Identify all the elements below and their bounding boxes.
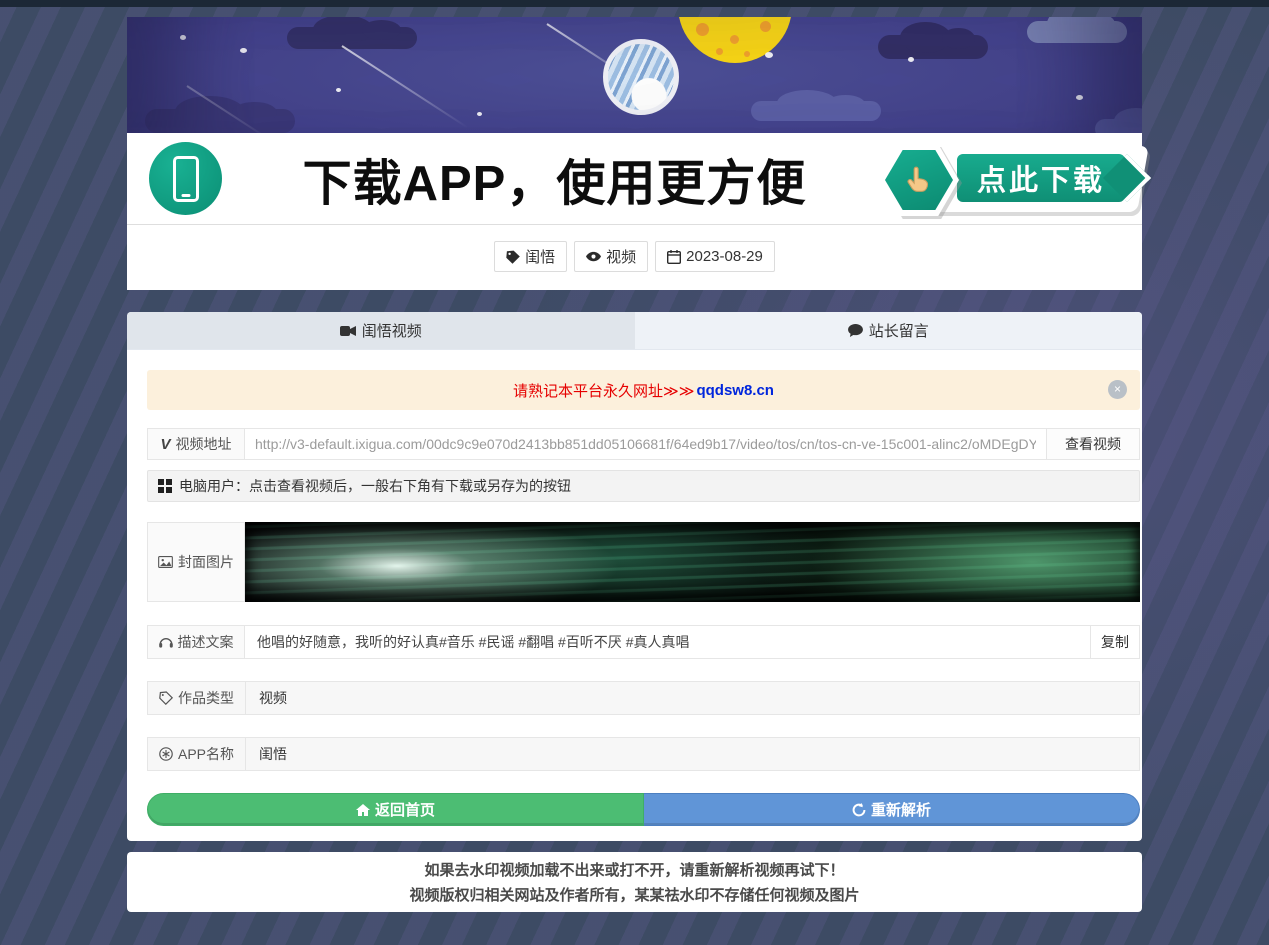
close-icon[interactable]: × <box>1108 380 1127 399</box>
tab-webmaster-message[interactable]: 站长留言 <box>635 312 1143 349</box>
video-url-row: V 视频地址 查看视频 <box>147 428 1140 460</box>
notice-bar: 请熟记本平台永久网址≫≫ qqdsw8.cn × <box>147 370 1140 410</box>
cloud <box>145 109 295 133</box>
cloud <box>751 101 881 121</box>
star <box>180 35 186 40</box>
back-home-button[interactable]: 返回首页 <box>147 793 644 826</box>
video-url-label: 视频地址 <box>176 434 232 454</box>
cover-label: 封面图片 <box>178 552 234 572</box>
star <box>765 52 773 58</box>
cloud <box>878 35 988 59</box>
cover-row: 封面图片 <box>147 522 1140 602</box>
download-banner-title: 下载APP，使用更方便 <box>247 133 862 225</box>
result-card: 闺悟视频 站长留言 请熟记本平台永久网址≫≫ qqdsw8.cn × V 视频地… <box>127 312 1142 841</box>
meta-tag-label: 2023-08-29 <box>686 248 763 265</box>
shooting-star <box>341 45 468 128</box>
tag-icon <box>506 250 520 264</box>
reparse-label: 重新解析 <box>871 799 931 820</box>
eye-icon <box>586 251 601 262</box>
phone-icon <box>173 156 199 202</box>
copy-button[interactable]: 复制 <box>1090 625 1140 659</box>
meta-tag-app: 闺悟 <box>494 241 567 272</box>
moon-crater <box>696 23 709 36</box>
home-icon <box>356 804 370 816</box>
moon-illustration <box>678 17 792 63</box>
description-label-cell: 描述文案 <box>147 625 245 659</box>
work-type-label-cell: 作品类型 <box>148 682 246 714</box>
cover-image[interactable] <box>245 522 1140 602</box>
star <box>1076 95 1083 100</box>
moon-crater <box>730 35 739 44</box>
top-strip <box>0 0 1269 7</box>
windows-icon <box>158 479 172 493</box>
cloud <box>287 27 417 49</box>
reparse-button[interactable]: 重新解析 <box>644 793 1140 826</box>
night-sky-banner <box>127 17 1142 133</box>
video-url-label-cell: V 视频地址 <box>147 428 245 460</box>
pc-note-text: 电脑用户：点击查看视频后，一般右下角有下载或另存为的按钮 <box>179 476 571 496</box>
moon-crater <box>716 48 723 55</box>
cloud <box>1095 119 1142 133</box>
work-type-value: 视频 <box>246 682 1139 714</box>
star <box>908 57 914 62</box>
download-cta-button[interactable]: 点此下载 <box>879 138 1145 222</box>
meta-tag-type: 视频 <box>574 241 648 272</box>
footer-line-1: 如果去水印视频加载不出来或打不开，请重新解析视频再试下！ <box>424 859 844 880</box>
calendar-icon <box>667 250 681 264</box>
footer-line-2: 视频版权归相关网站及作者所有，某某祛水印不存储任何视频及图片 <box>409 884 859 905</box>
action-buttons: 返回首页 重新解析 <box>147 793 1140 826</box>
meta-tag-label: 闺悟 <box>525 246 555 267</box>
tab-label: 站长留言 <box>869 320 929 341</box>
work-type-row: 作品类型 视频 <box>147 681 1140 715</box>
description-row: 描述文案 他唱的好随意，我听的好认真#音乐 #民谣 #翻唱 #百听不厌 #真人真… <box>147 625 1140 659</box>
tag-outline-icon <box>159 691 173 705</box>
chat-icon <box>848 324 863 337</box>
meta-tags: 闺悟 视频 2023-08-29 <box>127 241 1142 272</box>
cta-arrow: 点此下载 <box>953 150 1129 206</box>
star <box>477 112 482 116</box>
star <box>240 48 247 53</box>
app-circle-icon <box>159 747 173 761</box>
refresh-icon <box>852 803 866 817</box>
app-name-value: 闺悟 <box>246 738 1139 770</box>
meta-tag-date: 2023-08-29 <box>655 241 775 272</box>
video-url-input-wrap <box>245 428 1047 460</box>
video-camera-icon <box>340 325 356 337</box>
description-label: 描述文案 <box>178 632 234 652</box>
cta-hexagon <box>879 144 959 216</box>
cloud <box>1027 21 1127 43</box>
video-url-input[interactable] <box>245 429 1046 459</box>
app-name-row: APP名称 闺悟 <box>147 737 1140 771</box>
phone-badge <box>149 142 222 215</box>
avatar <box>603 39 679 115</box>
description-text: 他唱的好随意，我听的好认真#音乐 #民谣 #翻唱 #百听不厌 #真人真唱 <box>245 625 1090 659</box>
v-icon: V <box>160 436 170 453</box>
cover-label-cell: 封面图片 <box>147 522 245 602</box>
app-download-section: 下载APP，使用更方便 点此下载 闺悟 视频 <box>127 133 1142 290</box>
permanent-url-link[interactable]: qqdsw8.cn <box>696 382 774 399</box>
meta-tag-label: 视频 <box>606 246 636 267</box>
cta-label: 点此下载 <box>977 157 1105 199</box>
tab-app-video[interactable]: 闺悟视频 <box>127 312 635 349</box>
divider <box>127 224 1142 225</box>
image-icon <box>158 556 173 568</box>
moon-crater <box>744 51 750 57</box>
page-footer: 如果去水印视频加载不出来或打不开，请重新解析视频再试下！ 视频版权归相关网站及作… <box>127 852 1142 912</box>
headphones-icon <box>159 636 173 648</box>
pc-user-note: 电脑用户：点击查看视频后，一般右下角有下载或另存为的按钮 <box>147 470 1140 502</box>
moon-crater <box>760 21 771 32</box>
app-name-label-cell: APP名称 <box>148 738 246 770</box>
view-video-button[interactable]: 查看视频 <box>1047 428 1140 460</box>
app-name-label: APP名称 <box>178 744 234 764</box>
star <box>336 88 341 92</box>
work-type-label: 作品类型 <box>178 688 234 708</box>
back-home-label: 返回首页 <box>375 799 435 820</box>
tab-label: 闺悟视频 <box>362 320 422 341</box>
notice-text: 请熟记本平台永久网址≫≫ <box>513 380 694 401</box>
pointing-hand-icon <box>902 163 936 197</box>
tab-bar: 闺悟视频 站长留言 <box>127 312 1142 350</box>
